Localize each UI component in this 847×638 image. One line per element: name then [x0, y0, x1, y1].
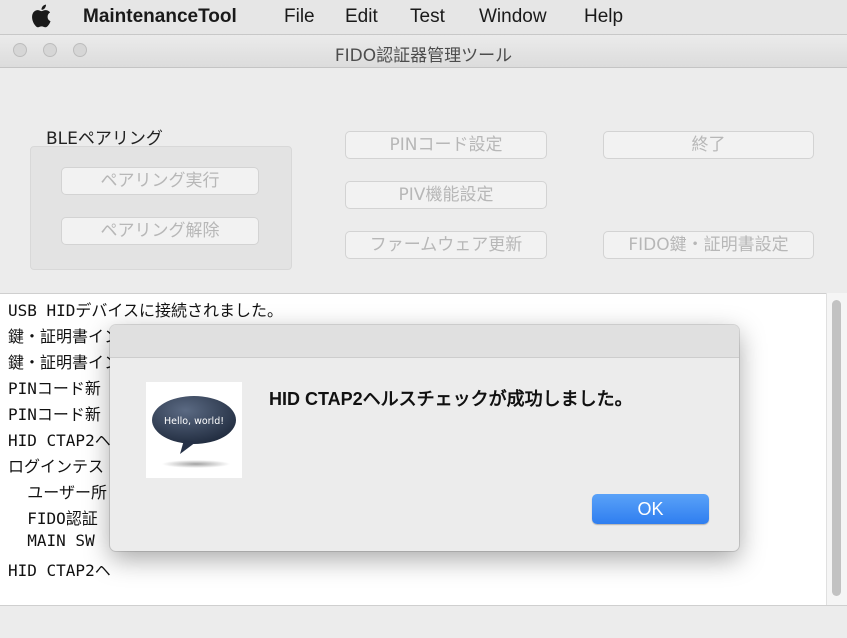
speech-bubble-icon: Hello, world!: [146, 382, 242, 478]
log-scrollbar[interactable]: [826, 293, 847, 605]
ble-group-box: [30, 146, 292, 270]
log-line: ログインテス: [8, 457, 105, 476]
ble-pair-button[interactable]: ペアリング実行: [61, 167, 259, 195]
log-line: HID CTAP2ヘ: [8, 561, 111, 580]
menu-file[interactable]: File: [284, 6, 315, 28]
log-scroll-thumb[interactable]: [832, 300, 841, 596]
menu-test[interactable]: Test: [410, 6, 445, 28]
log-line: USB HIDデバイスに接続されました。: [8, 301, 283, 320]
log-line: HID CTAP2ヘ: [8, 431, 111, 450]
menu-help[interactable]: Help: [584, 6, 623, 28]
window-bottom-bar: [0, 605, 847, 638]
window-title: FIDO認証器管理ツール: [334, 46, 513, 66]
log-line: PINコード新: [8, 379, 101, 398]
log-line: ユーザー所: [8, 483, 107, 502]
ble-unpair-button[interactable]: ペアリング解除: [61, 217, 259, 245]
log-line: FIDO認証: [8, 509, 98, 528]
alert-header: [110, 325, 739, 358]
fido-key-cert-button[interactable]: FIDO鍵・証明書設定: [603, 231, 814, 259]
log-line: PINコード新: [8, 405, 101, 424]
title-bar: FIDO認証器管理ツール: [0, 35, 847, 68]
menu-bar: MaintenanceTool File Edit Test Window He…: [0, 0, 847, 35]
menu-edit[interactable]: Edit: [345, 6, 378, 28]
apple-logo-icon[interactable]: [30, 3, 52, 29]
alert-message: HID CTAP2ヘルスチェックが成功しました。: [269, 389, 633, 409]
quit-button[interactable]: 終了: [603, 131, 814, 159]
icon-bubble-text: Hello, world!: [164, 416, 224, 427]
menu-app-name[interactable]: MaintenanceTool: [83, 6, 237, 28]
firmware-update-button[interactable]: ファームウェア更新: [345, 231, 547, 259]
ok-button[interactable]: OK: [592, 494, 709, 524]
alert-dialog: Hello, world! HID CTAP2ヘルスチェックが成功しました。 O…: [110, 325, 739, 551]
pin-setting-button[interactable]: PINコード設定: [345, 131, 547, 159]
log-line: MAIN SW: [8, 531, 95, 550]
menu-window[interactable]: Window: [479, 6, 547, 28]
piv-setting-button[interactable]: PIV機能設定: [345, 181, 547, 209]
